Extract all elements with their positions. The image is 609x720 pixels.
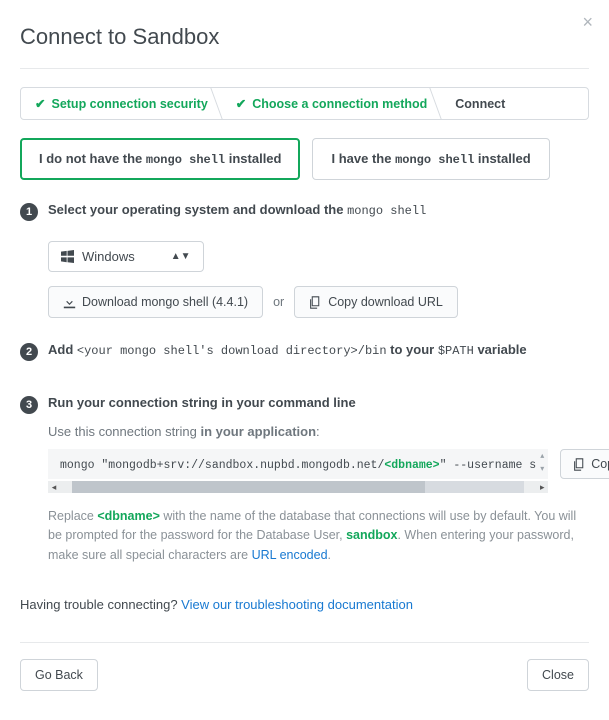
divider [20,68,589,69]
os-select[interactable]: Windows ▲▼ [48,241,204,272]
step-label: Setup connection security [51,97,207,111]
footer: Go Back Close [20,659,589,691]
shell-tab-row: I do not have the mongo shell installed … [20,138,589,180]
connection-string-subtext: Use this connection string in your appli… [48,424,589,439]
step-3-title: Run your connection string in your comma… [48,395,356,410]
go-back-button[interactable]: Go Back [20,659,98,691]
step-2-text: Add <your mongo shell's download directo… [48,342,527,358]
step-number-badge: 2 [20,343,38,361]
step-label: Connect [455,97,505,111]
close-button[interactable]: Close [527,659,589,691]
tab-no-shell[interactable]: I do not have the mongo shell installed [20,138,300,180]
step-1-text: Select your operating system and downloa… [48,202,426,218]
os-selected-label: Windows [82,249,135,264]
page-title: Connect to Sandbox [20,24,589,50]
connection-string-code[interactable]: mongo "mongodb+srv://sandbox.nupbd.mongo… [48,449,548,479]
troubleshooting-link[interactable]: View our troubleshooting documentation [181,597,413,612]
step-connect[interactable]: Connect [441,88,519,119]
check-icon: ✔ [236,96,246,111]
check-icon: ✔ [35,96,45,111]
step-number-badge: 1 [20,203,38,221]
windows-icon [61,250,74,263]
url-encoded-link[interactable]: URL encoded [252,548,328,562]
close-icon[interactable]: × [582,12,593,33]
step-2-header: 2 Add <your mongo shell's download direc… [20,342,589,361]
or-text: or [273,295,284,309]
replace-note: Replace <dbname> with the name of the da… [48,507,589,565]
step-label: Choose a connection method [252,97,427,111]
copy-connection-string-button[interactable]: Copy [560,449,609,479]
copy-icon [309,296,322,309]
caret-icon: ▲▼ [171,251,191,262]
step-number-badge: 3 [20,396,38,414]
wizard-steps: ✔ Setup connection security ✔ Choose a c… [20,87,589,120]
download-shell-button[interactable]: Download mongo shell (4.4.1) [48,286,263,318]
step-setup-security[interactable]: ✔ Setup connection security [21,88,222,119]
copy-icon [573,458,586,471]
divider [20,642,589,643]
tab-have-shell[interactable]: I have the mongo shell installed [312,138,549,180]
copy-download-url-button[interactable]: Copy download URL [294,286,458,318]
download-icon [63,296,76,309]
vertical-scrollbar[interactable]: ▴▾ [536,449,548,467]
trouble-row: Having trouble connecting? View our trou… [20,597,589,612]
step-1-header: 1 Select your operating system and downl… [20,202,589,221]
horizontal-scrollbar[interactable]: ◂ ▸ [48,481,548,493]
step-3-header: 3 Run your connection string in your com… [20,395,589,414]
step-choose-method[interactable]: ✔ Choose a connection method [222,88,442,119]
